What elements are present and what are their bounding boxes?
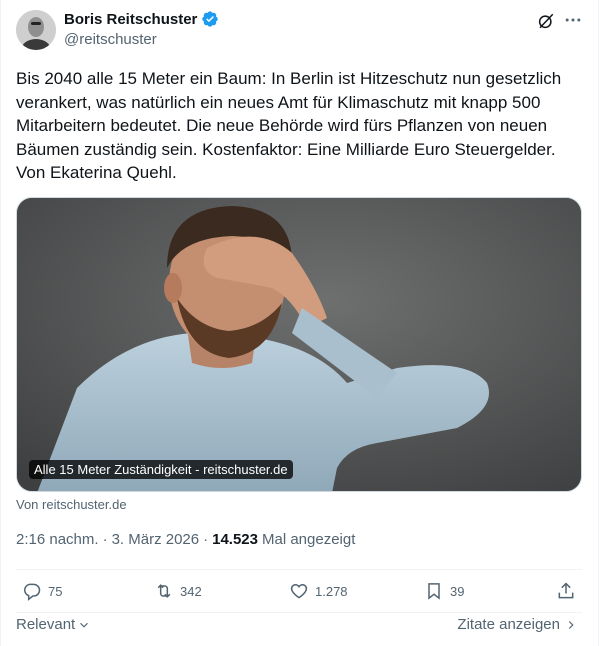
like-count: 1.278 [315,583,348,599]
chevron-right-icon [568,620,574,629]
media-image [17,198,581,491]
repost-icon [157,584,171,598]
share-icon [558,582,574,599]
bookmark-icon [428,583,440,600]
tweet-media-card[interactable]: Alle 15 Meter Zuständigkeit - reitschust… [16,197,582,492]
bookmark-count: 39 [450,583,465,599]
share-button[interactable] [556,581,576,601]
verified-badge-icon[interactable] [201,10,219,28]
media-source-link[interactable]: Von reitschuster.de [16,497,127,512]
tweet-date[interactable]: 3. März 2026 [112,531,200,548]
reply-button[interactable]: 75 [22,581,62,601]
repost-count: 342 [180,583,202,599]
divider-bottom [16,612,582,613]
sort-replies-dropdown[interactable]: Relevant [16,616,91,633]
tweet-container: Boris Reitschuster @reitschuster Bis 204… [0,0,599,646]
reply-count: 75 [48,583,63,599]
meta-separator-2: · [203,531,209,548]
action-bar: 75 342 1.278 39 [16,569,582,613]
avatar[interactable] [16,10,56,50]
chevron-down-icon [80,622,89,628]
author-name-row: Boris Reitschuster [64,10,219,28]
like-icon [290,583,308,599]
bookmark-button[interactable]: 39 [424,581,464,601]
view-count-label: Mal angezeigt [262,531,356,548]
meta-separator: · [102,531,108,548]
author-handle[interactable]: @reitschuster [64,31,157,48]
tweet-text: Bis 2040 alle 15 Meter ein Baum: In Berl… [16,69,562,182]
reply-icon [24,583,41,601]
repost-button[interactable]: 342 [154,581,202,601]
like-button[interactable]: 1.278 [289,581,348,601]
grok-icon[interactable] [537,12,555,30]
tweet-meta: 2:16 nachm. · 3. März 2026 · 14.523 Mal … [16,531,355,548]
media-caption: Alle 15 Meter Zuständigkeit - reitschust… [29,460,293,479]
tweet-time[interactable]: 2:16 nachm. [16,531,99,548]
view-quotes-link[interactable]: Zitate anzeigen [457,616,578,633]
author-display-name[interactable]: Boris Reitschuster [64,11,197,28]
more-icon[interactable] [563,10,583,30]
quotes-label: Zitate anzeigen [457,616,560,633]
sort-label: Relevant [16,616,76,633]
view-count: 14.523 [212,531,258,548]
